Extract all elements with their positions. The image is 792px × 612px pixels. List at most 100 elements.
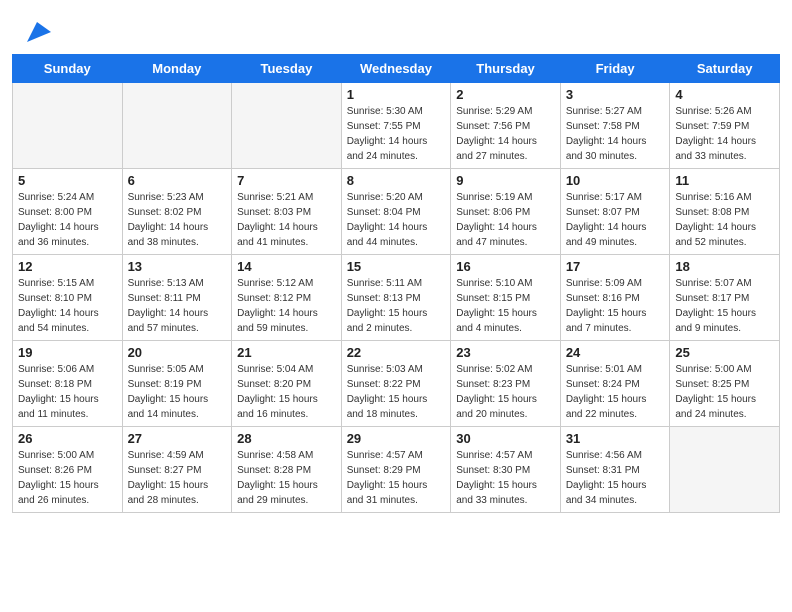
cal-cell: 1 Sunrise: 5:30 AM Sunset: 7:55 PM Daylig…	[341, 83, 451, 169]
day-info: Sunrise: 5:05 AM Sunset: 8:19 PM Dayligh…	[128, 362, 227, 422]
day-info: Sunrise: 5:26 AM Sunset: 7:59 PM Dayligh…	[675, 104, 774, 164]
cal-cell: 13 Sunrise: 5:13 AM Sunset: 8:11 PM Dayli…	[122, 255, 232, 341]
day-number: 4	[675, 87, 774, 102]
day-info: Sunrise: 5:13 AM Sunset: 8:11 PM Dayligh…	[128, 276, 227, 336]
cal-cell: 11 Sunrise: 5:16 AM Sunset: 8:08 PM Dayli…	[670, 169, 780, 255]
cal-cell: 16Sunrise: 5:10 AM Sunset: 8:15 PM Dayli…	[451, 255, 561, 341]
day-info: Sunrise: 5:30 AM Sunset: 7:55 PM Dayligh…	[347, 104, 446, 164]
cal-cell: 2 Sunrise: 5:29 AM Sunset: 7:56 PM Daylig…	[451, 83, 561, 169]
day-number: 31	[566, 431, 665, 446]
day-info: Sunrise: 5:12 AM Sunset: 8:12 PM Dayligh…	[237, 276, 336, 336]
header-tuesday: Tuesday	[232, 55, 342, 83]
day-info: Sunrise: 5:16 AM Sunset: 8:08 PM Dayligh…	[675, 190, 774, 250]
day-number: 24	[566, 345, 665, 360]
cal-cell: 17Sunrise: 5:09 AM Sunset: 8:16 PM Dayli…	[560, 255, 670, 341]
day-number: 29	[347, 431, 446, 446]
day-info: Sunrise: 5:00 AM Sunset: 8:26 PM Dayligh…	[18, 448, 117, 508]
day-info: Sunrise: 5:03 AM Sunset: 8:22 PM Dayligh…	[347, 362, 446, 422]
day-number: 18	[675, 259, 774, 274]
header-friday: Friday	[560, 55, 670, 83]
header-saturday: Saturday	[670, 55, 780, 83]
cal-cell: 20 Sunrise: 5:05 AM Sunset: 8:19 PM Dayli…	[122, 341, 232, 427]
day-number: 19	[18, 345, 117, 360]
cal-cell: 10 Sunrise: 5:17 AM Sunset: 8:07 PM Dayli…	[560, 169, 670, 255]
day-number: 12	[18, 259, 117, 274]
day-info: Sunrise: 5:07 AM Sunset: 8:17 PM Dayligh…	[675, 276, 774, 336]
day-info: Sunrise: 5:20 AM Sunset: 8:04 PM Dayligh…	[347, 190, 446, 250]
day-number: 3	[566, 87, 665, 102]
day-number: 30	[456, 431, 555, 446]
cal-cell: 22 Sunrise: 5:03 AM Sunset: 8:22 PM Dayli…	[341, 341, 451, 427]
day-number: 26	[18, 431, 117, 446]
day-number: 9	[456, 173, 555, 188]
day-number: 14	[237, 259, 336, 274]
cal-cell	[670, 427, 780, 513]
cal-cell: 8 Sunrise: 5:20 AM Sunset: 8:04 PM Daylig…	[341, 169, 451, 255]
day-info: Sunrise: 4:58 AM Sunset: 8:28 PM Dayligh…	[237, 448, 336, 508]
day-number: 20	[128, 345, 227, 360]
day-number: 23	[456, 345, 555, 360]
header-thursday: Thursday	[451, 55, 561, 83]
logo	[20, 18, 51, 46]
day-info: Sunrise: 5:27 AM Sunset: 7:58 PM Dayligh…	[566, 104, 665, 164]
week-row-4: 26 Sunrise: 5:00 AM Sunset: 8:26 PM Dayli…	[13, 427, 780, 513]
day-info: Sunrise: 5:24 AM Sunset: 8:00 PM Dayligh…	[18, 190, 117, 250]
day-info: Sunrise: 5:15 AM Sunset: 8:10 PM Dayligh…	[18, 276, 117, 336]
header	[0, 0, 792, 54]
day-number: 11	[675, 173, 774, 188]
calendar-table: Sunday Monday Tuesday Wednesday Thursday…	[12, 54, 780, 513]
day-number: 10	[566, 173, 665, 188]
cal-cell: 15Sunrise: 5:11 AM Sunset: 8:13 PM Dayli…	[341, 255, 451, 341]
day-info: Sunrise: 5:06 AM Sunset: 8:18 PM Dayligh…	[18, 362, 117, 422]
cal-cell: 12 Sunrise: 5:15 AM Sunset: 8:10 PM Dayli…	[13, 255, 123, 341]
cal-cell: 19 Sunrise: 5:06 AM Sunset: 8:18 PM Dayli…	[13, 341, 123, 427]
cal-cell: 5Sunrise: 5:24 AM Sunset: 8:00 PM Daylig…	[13, 169, 123, 255]
weekday-header-row: Sunday Monday Tuesday Wednesday Thursday…	[13, 55, 780, 83]
cal-cell: 21 Sunrise: 5:04 AM Sunset: 8:20 PM Dayli…	[232, 341, 342, 427]
cal-cell: 9 Sunrise: 5:19 AM Sunset: 8:06 PM Daylig…	[451, 169, 561, 255]
day-info: Sunrise: 5:29 AM Sunset: 7:56 PM Dayligh…	[456, 104, 555, 164]
cal-cell: 29 Sunrise: 4:57 AM Sunset: 8:29 PM Dayli…	[341, 427, 451, 513]
cal-cell: 4 Sunrise: 5:26 AM Sunset: 7:59 PM Daylig…	[670, 83, 780, 169]
day-info: Sunrise: 4:57 AM Sunset: 8:29 PM Dayligh…	[347, 448, 446, 508]
header-wednesday: Wednesday	[341, 55, 451, 83]
week-row-1: 5Sunrise: 5:24 AM Sunset: 8:00 PM Daylig…	[13, 169, 780, 255]
cal-cell: 3 Sunrise: 5:27 AM Sunset: 7:58 PM Daylig…	[560, 83, 670, 169]
day-number: 21	[237, 345, 336, 360]
week-row-3: 19 Sunrise: 5:06 AM Sunset: 8:18 PM Dayli…	[13, 341, 780, 427]
cal-cell	[122, 83, 232, 169]
day-info: Sunrise: 5:21 AM Sunset: 8:03 PM Dayligh…	[237, 190, 336, 250]
cal-cell: 24Sunrise: 5:01 AM Sunset: 8:24 PM Dayli…	[560, 341, 670, 427]
cal-cell: 28 Sunrise: 4:58 AM Sunset: 8:28 PM Dayli…	[232, 427, 342, 513]
day-number: 8	[347, 173, 446, 188]
day-info: Sunrise: 5:04 AM Sunset: 8:20 PM Dayligh…	[237, 362, 336, 422]
day-info: Sunrise: 5:23 AM Sunset: 8:02 PM Dayligh…	[128, 190, 227, 250]
day-info: Sunrise: 4:59 AM Sunset: 8:27 PM Dayligh…	[128, 448, 227, 508]
cal-cell: 25Sunrise: 5:00 AM Sunset: 8:25 PM Dayli…	[670, 341, 780, 427]
cal-cell: 31 Sunrise: 4:56 AM Sunset: 8:31 PM Dayli…	[560, 427, 670, 513]
day-info: Sunrise: 5:19 AM Sunset: 8:06 PM Dayligh…	[456, 190, 555, 250]
day-info: Sunrise: 5:09 AM Sunset: 8:16 PM Dayligh…	[566, 276, 665, 336]
cal-cell	[13, 83, 123, 169]
cal-cell: 14 Sunrise: 5:12 AM Sunset: 8:12 PM Dayli…	[232, 255, 342, 341]
day-number: 2	[456, 87, 555, 102]
cal-cell: 27 Sunrise: 4:59 AM Sunset: 8:27 PM Dayli…	[122, 427, 232, 513]
day-number: 27	[128, 431, 227, 446]
day-number: 22	[347, 345, 446, 360]
cal-cell: 18 Sunrise: 5:07 AM Sunset: 8:17 PM Dayli…	[670, 255, 780, 341]
header-sunday: Sunday	[13, 55, 123, 83]
calendar-body: 1 Sunrise: 5:30 AM Sunset: 7:55 PM Daylig…	[13, 83, 780, 513]
day-info: Sunrise: 5:10 AM Sunset: 8:15 PM Dayligh…	[456, 276, 555, 336]
day-number: 1	[347, 87, 446, 102]
page: Sunday Monday Tuesday Wednesday Thursday…	[0, 0, 792, 612]
cal-cell: 26 Sunrise: 5:00 AM Sunset: 8:26 PM Dayli…	[13, 427, 123, 513]
day-info: Sunrise: 4:56 AM Sunset: 8:31 PM Dayligh…	[566, 448, 665, 508]
week-row-2: 12 Sunrise: 5:15 AM Sunset: 8:10 PM Dayli…	[13, 255, 780, 341]
cal-cell: 23Sunrise: 5:02 AM Sunset: 8:23 PM Dayli…	[451, 341, 561, 427]
day-number: 7	[237, 173, 336, 188]
day-info: Sunrise: 4:57 AM Sunset: 8:30 PM Dayligh…	[456, 448, 555, 508]
day-number: 13	[128, 259, 227, 274]
day-info: Sunrise: 5:17 AM Sunset: 8:07 PM Dayligh…	[566, 190, 665, 250]
day-info: Sunrise: 5:00 AM Sunset: 8:25 PM Dayligh…	[675, 362, 774, 422]
day-number: 28	[237, 431, 336, 446]
